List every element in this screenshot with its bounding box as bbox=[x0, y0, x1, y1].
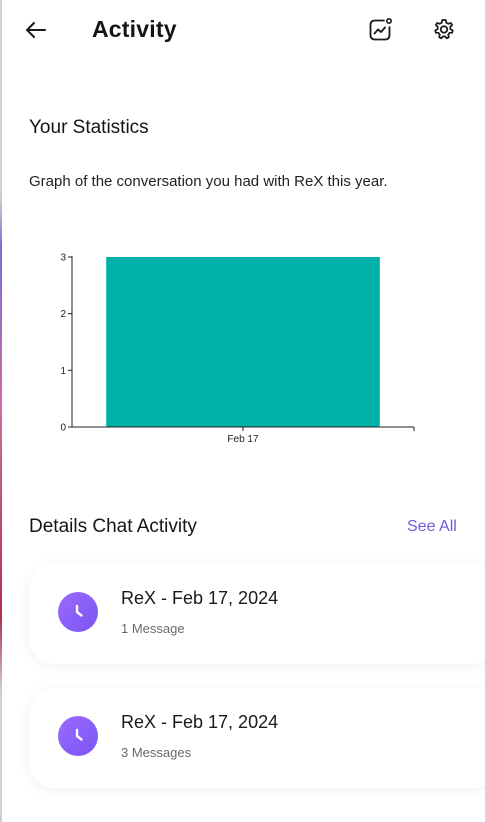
y-tick-label: 1 bbox=[60, 366, 66, 377]
clock-icon bbox=[58, 592, 98, 632]
chat-activity-title: ReX - Feb 17, 2024 bbox=[121, 712, 279, 732]
statistics-button[interactable] bbox=[365, 15, 395, 45]
chat-activity-title: ReX - Feb 17, 2024 bbox=[121, 588, 279, 608]
settings-button[interactable] bbox=[429, 15, 459, 45]
activity-screen: Activity Your Statistics Graph of the co… bbox=[2, 0, 485, 822]
gear-icon bbox=[434, 19, 454, 40]
statistics-description: Graph of the conversation you had with R… bbox=[29, 173, 388, 190]
back-button[interactable] bbox=[22, 16, 50, 44]
conversation-chart: Feb 17 0 1 2 3 bbox=[42, 240, 432, 455]
chat-activity-count: 3 Messages bbox=[121, 745, 192, 760]
details-heading: Details Chat Activity bbox=[29, 516, 197, 537]
app-header: Activity bbox=[2, 0, 485, 62]
clock-icon bbox=[58, 716, 98, 756]
page-title: Activity bbox=[92, 16, 177, 42]
y-tick-label: 2 bbox=[60, 309, 66, 320]
arrow-left-icon bbox=[26, 22, 46, 38]
x-tick-label: Feb 17 bbox=[227, 434, 259, 445]
chart-trend-icon bbox=[369, 17, 392, 41]
bar-chart: Feb 17 0 1 2 3 bbox=[60, 253, 415, 445]
chart-bar bbox=[106, 257, 380, 427]
see-all-link[interactable]: See All bbox=[407, 518, 457, 536]
chat-activity-count: 1 Message bbox=[121, 621, 185, 636]
chat-activity-card[interactable]: ReX - Feb 17, 2024 3 Messages bbox=[29, 688, 485, 788]
y-tick-label: 0 bbox=[60, 423, 66, 434]
y-tick-label: 3 bbox=[60, 253, 66, 264]
chat-activity-card[interactable]: ReX - Feb 17, 2024 1 Message bbox=[29, 564, 485, 664]
statistics-heading: Your Statistics bbox=[29, 117, 149, 138]
